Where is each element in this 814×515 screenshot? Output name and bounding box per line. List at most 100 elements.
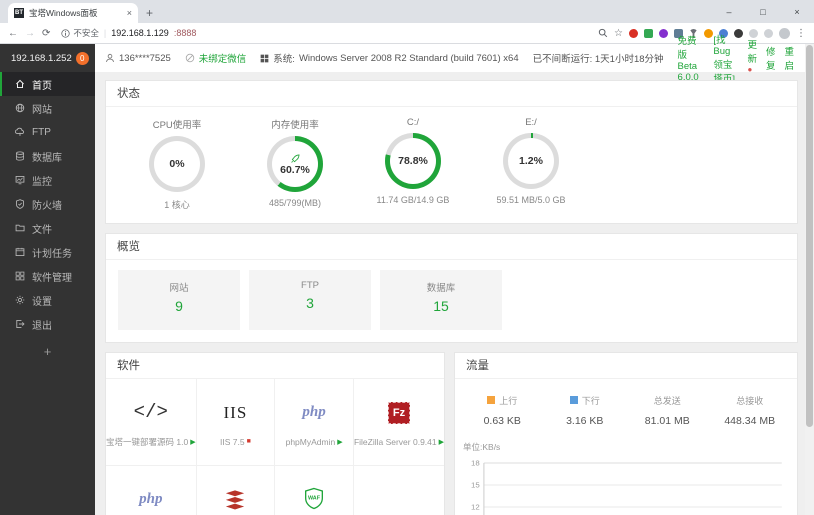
- user-account[interactable]: 136****7525: [105, 53, 171, 64]
- traffic-stat-value: 0.63 KB: [483, 415, 521, 427]
- sidebar-item-database[interactable]: 数据库: [0, 144, 95, 168]
- software-item-filezilla[interactable]: Fz FileZilla Server 0.9.41 ▶: [353, 379, 444, 466]
- traffic-up: 上行 0.63 KB: [461, 391, 544, 428]
- gauge-label: CPU使用率: [152, 120, 202, 131]
- zoom-icon[interactable]: [598, 28, 608, 38]
- window-maximize-icon[interactable]: □: [746, 0, 780, 23]
- home-icon: [16, 79, 24, 89]
- baota-panel: 192.168.1.252 0 首页 网站 FTP 数据库 监控 防火墙 文件 …: [0, 35, 814, 515]
- window-close-icon[interactable]: ×: [780, 0, 814, 23]
- software-item-redis[interactable]: redis 1.0▶: [197, 466, 276, 515]
- traffic-stat-label: 总接收: [736, 396, 764, 406]
- traffic-stat-value: 3.16 KB: [566, 415, 604, 427]
- overview-card: 概览 网站 9 FTP 3 数据库 15: [105, 233, 798, 343]
- sidebar-item-firewall[interactable]: 防火墙: [0, 192, 95, 216]
- svg-text:18: 18: [471, 459, 480, 468]
- new-tab-button[interactable]: +: [146, 6, 153, 20]
- memory-ring: 60.7%: [267, 136, 323, 192]
- server-ip: 192.168.1.252: [11, 52, 72, 64]
- traffic-card: 流量 上行 0.63 KB 下行 3.16 KB 总发送 81.01 MB 总接…: [454, 352, 798, 515]
- sidebar-item-files[interactable]: 文件: [0, 216, 95, 240]
- cpu-gauge: CPU使用率 0% 1 核心: [118, 117, 236, 211]
- traffic-stat-label: 下行: [581, 395, 600, 406]
- stat-label: 网站: [169, 283, 189, 294]
- disk-c-gauge: C:/ 78.8% 11.74 GB/14.9 GB: [354, 117, 472, 211]
- sidebar: 192.168.1.252 0 首页 网站 FTP 数据库 监控 防火墙 文件 …: [0, 44, 95, 515]
- software-item-phpmyadmin[interactable]: php phpMyAdmin ▶: [275, 379, 354, 466]
- sidebar-item-label: 防火墙: [32, 200, 62, 212]
- traffic-chart-area: 单位:KB/s 1815129630: [455, 431, 797, 515]
- memory-gauge: 内存使用率 60.7% 485/799(MB): [236, 117, 354, 211]
- software-item-deploy[interactable]: </> 宝塔一键部署源码 1.0 ▶: [106, 379, 197, 466]
- sidebar-add-button[interactable]: +: [0, 336, 95, 367]
- database-icon: [16, 151, 24, 161]
- sidebar-item-label: 退出: [32, 320, 52, 332]
- disk-c-ring: 78.8%: [385, 133, 441, 189]
- software-label: IIS 7.5: [220, 436, 245, 447]
- stat-label: FTP: [301, 280, 319, 291]
- running-icon: ▶: [190, 438, 196, 446]
- window-minimize-icon[interactable]: –: [712, 0, 746, 23]
- scrollbar-thumb[interactable]: [806, 45, 813, 427]
- extension-icon-green[interactable]: [644, 28, 653, 38]
- sidebar-item-label: 文件: [32, 224, 52, 236]
- running-icon: ▶: [337, 438, 343, 446]
- gauge-sub: 59.51 MB/5.0 GB: [496, 195, 566, 205]
- sidebar-server-row[interactable]: 192.168.1.252 0: [0, 44, 95, 72]
- stat-value: 3: [306, 295, 314, 311]
- repair-link[interactable]: 修复: [766, 44, 776, 72]
- wechat-bind-link[interactable]: 未绑定微信: [185, 51, 246, 65]
- software-card-title: 软件: [106, 353, 444, 379]
- screen: BT 宝塔Windows面板 × + – □ × ← → ⟳ 不安全 | 192…: [0, 0, 814, 515]
- sidebar-item-cron[interactable]: 计划任务: [0, 240, 95, 264]
- sidebar-item-label: 计划任务: [32, 248, 72, 260]
- page-info-chip[interactable]: 不安全: [61, 27, 99, 39]
- logout-icon: [16, 320, 25, 328]
- user-icon: [106, 53, 114, 63]
- sidebar-item-label: 监控: [32, 176, 52, 188]
- software-item-waf[interactable]: WAF 宝塔IIS防火墙 1.0▶: [275, 466, 354, 515]
- shield-check-icon: [16, 199, 24, 209]
- sidebar-item-software[interactable]: 软件管理: [0, 264, 95, 288]
- release-memory-rocket-icon[interactable]: [290, 153, 301, 164]
- forward-icon[interactable]: →: [25, 28, 35, 39]
- bookmark-star-icon[interactable]: ☆: [614, 28, 623, 39]
- sidebar-item-home[interactable]: 首页: [0, 72, 95, 96]
- windows-logo-icon: [260, 54, 269, 62]
- traffic-down: 下行 3.16 KB: [544, 391, 627, 428]
- sidebar-item-settings[interactable]: 设置: [0, 288, 95, 312]
- running-icon: ▶: [438, 438, 444, 446]
- database-stat-box[interactable]: 数据库 15: [380, 270, 502, 330]
- gear-icon: [15, 295, 25, 305]
- traffic-total-sent: 总发送 81.01 MB: [626, 391, 709, 427]
- software-item-php52[interactable]: php PHP-5.2▶: [106, 466, 197, 515]
- traffic-stat-label: 总发送: [653, 396, 681, 406]
- browser-tab[interactable]: BT 宝塔Windows面板 ×: [8, 3, 138, 23]
- uptime: 已不间断运行: 1天1小时18分钟: [532, 54, 664, 65]
- back-icon[interactable]: ←: [8, 28, 18, 39]
- gauge-label: E:/: [525, 117, 537, 128]
- sidebar-item-ftp[interactable]: FTP: [0, 120, 95, 144]
- extension-icon-red[interactable]: [629, 28, 638, 38]
- security-label: 不安全: [73, 28, 99, 38]
- down-swatch-icon: [569, 396, 578, 404]
- refresh-icon[interactable]: ⟳: [42, 28, 50, 39]
- extension-icon-purple[interactable]: [659, 28, 668, 38]
- sites-stat-box[interactable]: 网站 9: [118, 270, 240, 330]
- browser-tabstrip: BT 宝塔Windows面板 × + – □ ×: [0, 0, 814, 23]
- sidebar-item-sites[interactable]: 网站: [0, 96, 95, 120]
- software-item-iis[interactable]: IIS IIS 7.5 ■: [196, 379, 276, 466]
- restart-link[interactable]: 重启: [784, 44, 794, 72]
- window-controls: – □ ×: [712, 0, 814, 23]
- ftp-stat-box[interactable]: FTP 3: [249, 270, 371, 330]
- folder-icon: [15, 224, 25, 232]
- baota-favicon-icon: BT: [14, 8, 24, 18]
- gauge-value: 1.2%: [519, 155, 543, 167]
- software-label: 宝塔一键部署源码 1.0: [106, 436, 189, 447]
- tab-close-icon[interactable]: ×: [127, 8, 132, 18]
- sidebar-item-logout[interactable]: 退出: [0, 312, 95, 336]
- sidebar-item-monitor[interactable]: 监控: [0, 168, 95, 192]
- address-bar[interactable]: 不安全 | 192.168.1.129:8888: [61, 27, 591, 39]
- wechat-icon: [185, 53, 194, 63]
- message-count-badge[interactable]: 0: [75, 51, 89, 65]
